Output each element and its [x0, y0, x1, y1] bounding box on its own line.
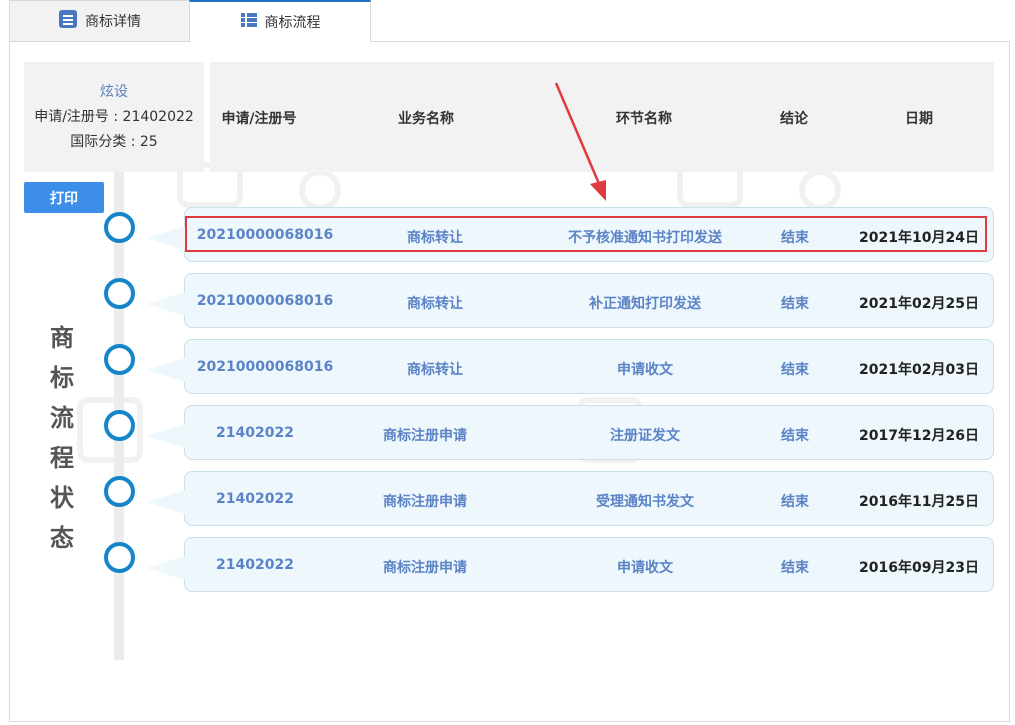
timeline-node	[104, 212, 135, 243]
business-name: 商标转让	[407, 362, 463, 378]
timeline-node	[104, 410, 135, 441]
table-row[interactable]: 21402022 商标注册申请 申请收文 结束 2016年09月23日	[147, 537, 994, 592]
column-header: 业务名称	[398, 111, 454, 127]
business-name: 商标注册申请	[383, 494, 467, 510]
step-name: 补正通知打印发送	[589, 296, 701, 312]
registration-number: 申请/注册号 : 21402022	[34, 109, 194, 125]
date: 2017年12月26日	[859, 428, 979, 444]
timeline-node	[104, 344, 135, 375]
timeline-node	[104, 476, 135, 507]
table-row[interactable]: 20210000068016 商标转让 申请收文 结束 2021年02月03日	[147, 339, 994, 394]
highlight-box	[185, 216, 987, 252]
column-header: 日期	[905, 111, 933, 127]
table-header: 申请/注册号 业务名称 环节名称 结论 日期	[210, 62, 994, 172]
title-char: 程	[50, 444, 74, 472]
application-number: 20210000068016	[196, 359, 334, 375]
business-name: 商标转让	[407, 296, 463, 312]
title-char: 态	[50, 524, 74, 552]
date: 2016年11月25日	[859, 494, 979, 510]
business-name: 商标注册申请	[383, 560, 467, 576]
title-char: 流	[50, 404, 74, 432]
date: 2021年02月25日	[859, 296, 979, 312]
title-char: 状	[50, 484, 74, 512]
trademark-info-panel: 炫设 申请/注册号 : 21402022 国际分类 : 25	[24, 62, 204, 172]
date: 2016年09月23日	[859, 560, 979, 576]
table-row[interactable]: 20210000068016 商标转让 补正通知打印发送 结束 2021年02月…	[147, 273, 994, 328]
application-number: 21402022	[216, 557, 294, 573]
international-class: 国际分类 : 25	[70, 134, 158, 150]
timeline-node	[104, 278, 135, 309]
title-char: 商	[50, 324, 74, 352]
step-name: 受理通知书发文	[596, 494, 694, 510]
application-number: 21402022	[216, 425, 294, 441]
result: 结束	[781, 560, 809, 576]
title-char: 标	[50, 364, 74, 392]
application-number: 21402022	[216, 491, 294, 507]
column-header: 环节名称	[616, 111, 672, 127]
date: 2021年02月03日	[859, 362, 979, 378]
trademark-name: 炫设	[100, 84, 128, 100]
business-name: 商标注册申请	[383, 428, 467, 444]
result: 结束	[781, 428, 809, 444]
step-name: 注册证发文	[610, 428, 680, 444]
result: 结束	[781, 362, 809, 378]
result: 结束	[781, 494, 809, 510]
print-button[interactable]: 打印	[24, 182, 104, 213]
table-row[interactable]: 21402022 商标注册申请 注册证发文 结束 2017年12月26日	[147, 405, 994, 460]
column-header: 申请/注册号	[221, 111, 297, 127]
result: 结束	[781, 296, 809, 312]
column-header: 结论	[780, 111, 808, 127]
timeline-node	[104, 542, 135, 573]
table-row[interactable]: 21402022 商标注册申请 受理通知书发文 结束 2016年11月25日	[147, 471, 994, 526]
step-name: 申请收文	[617, 560, 673, 576]
application-number: 20210000068016	[196, 293, 334, 309]
step-name: 申请收文	[617, 362, 673, 378]
timeline-title: 商 标 流 程 状 态	[42, 318, 82, 558]
